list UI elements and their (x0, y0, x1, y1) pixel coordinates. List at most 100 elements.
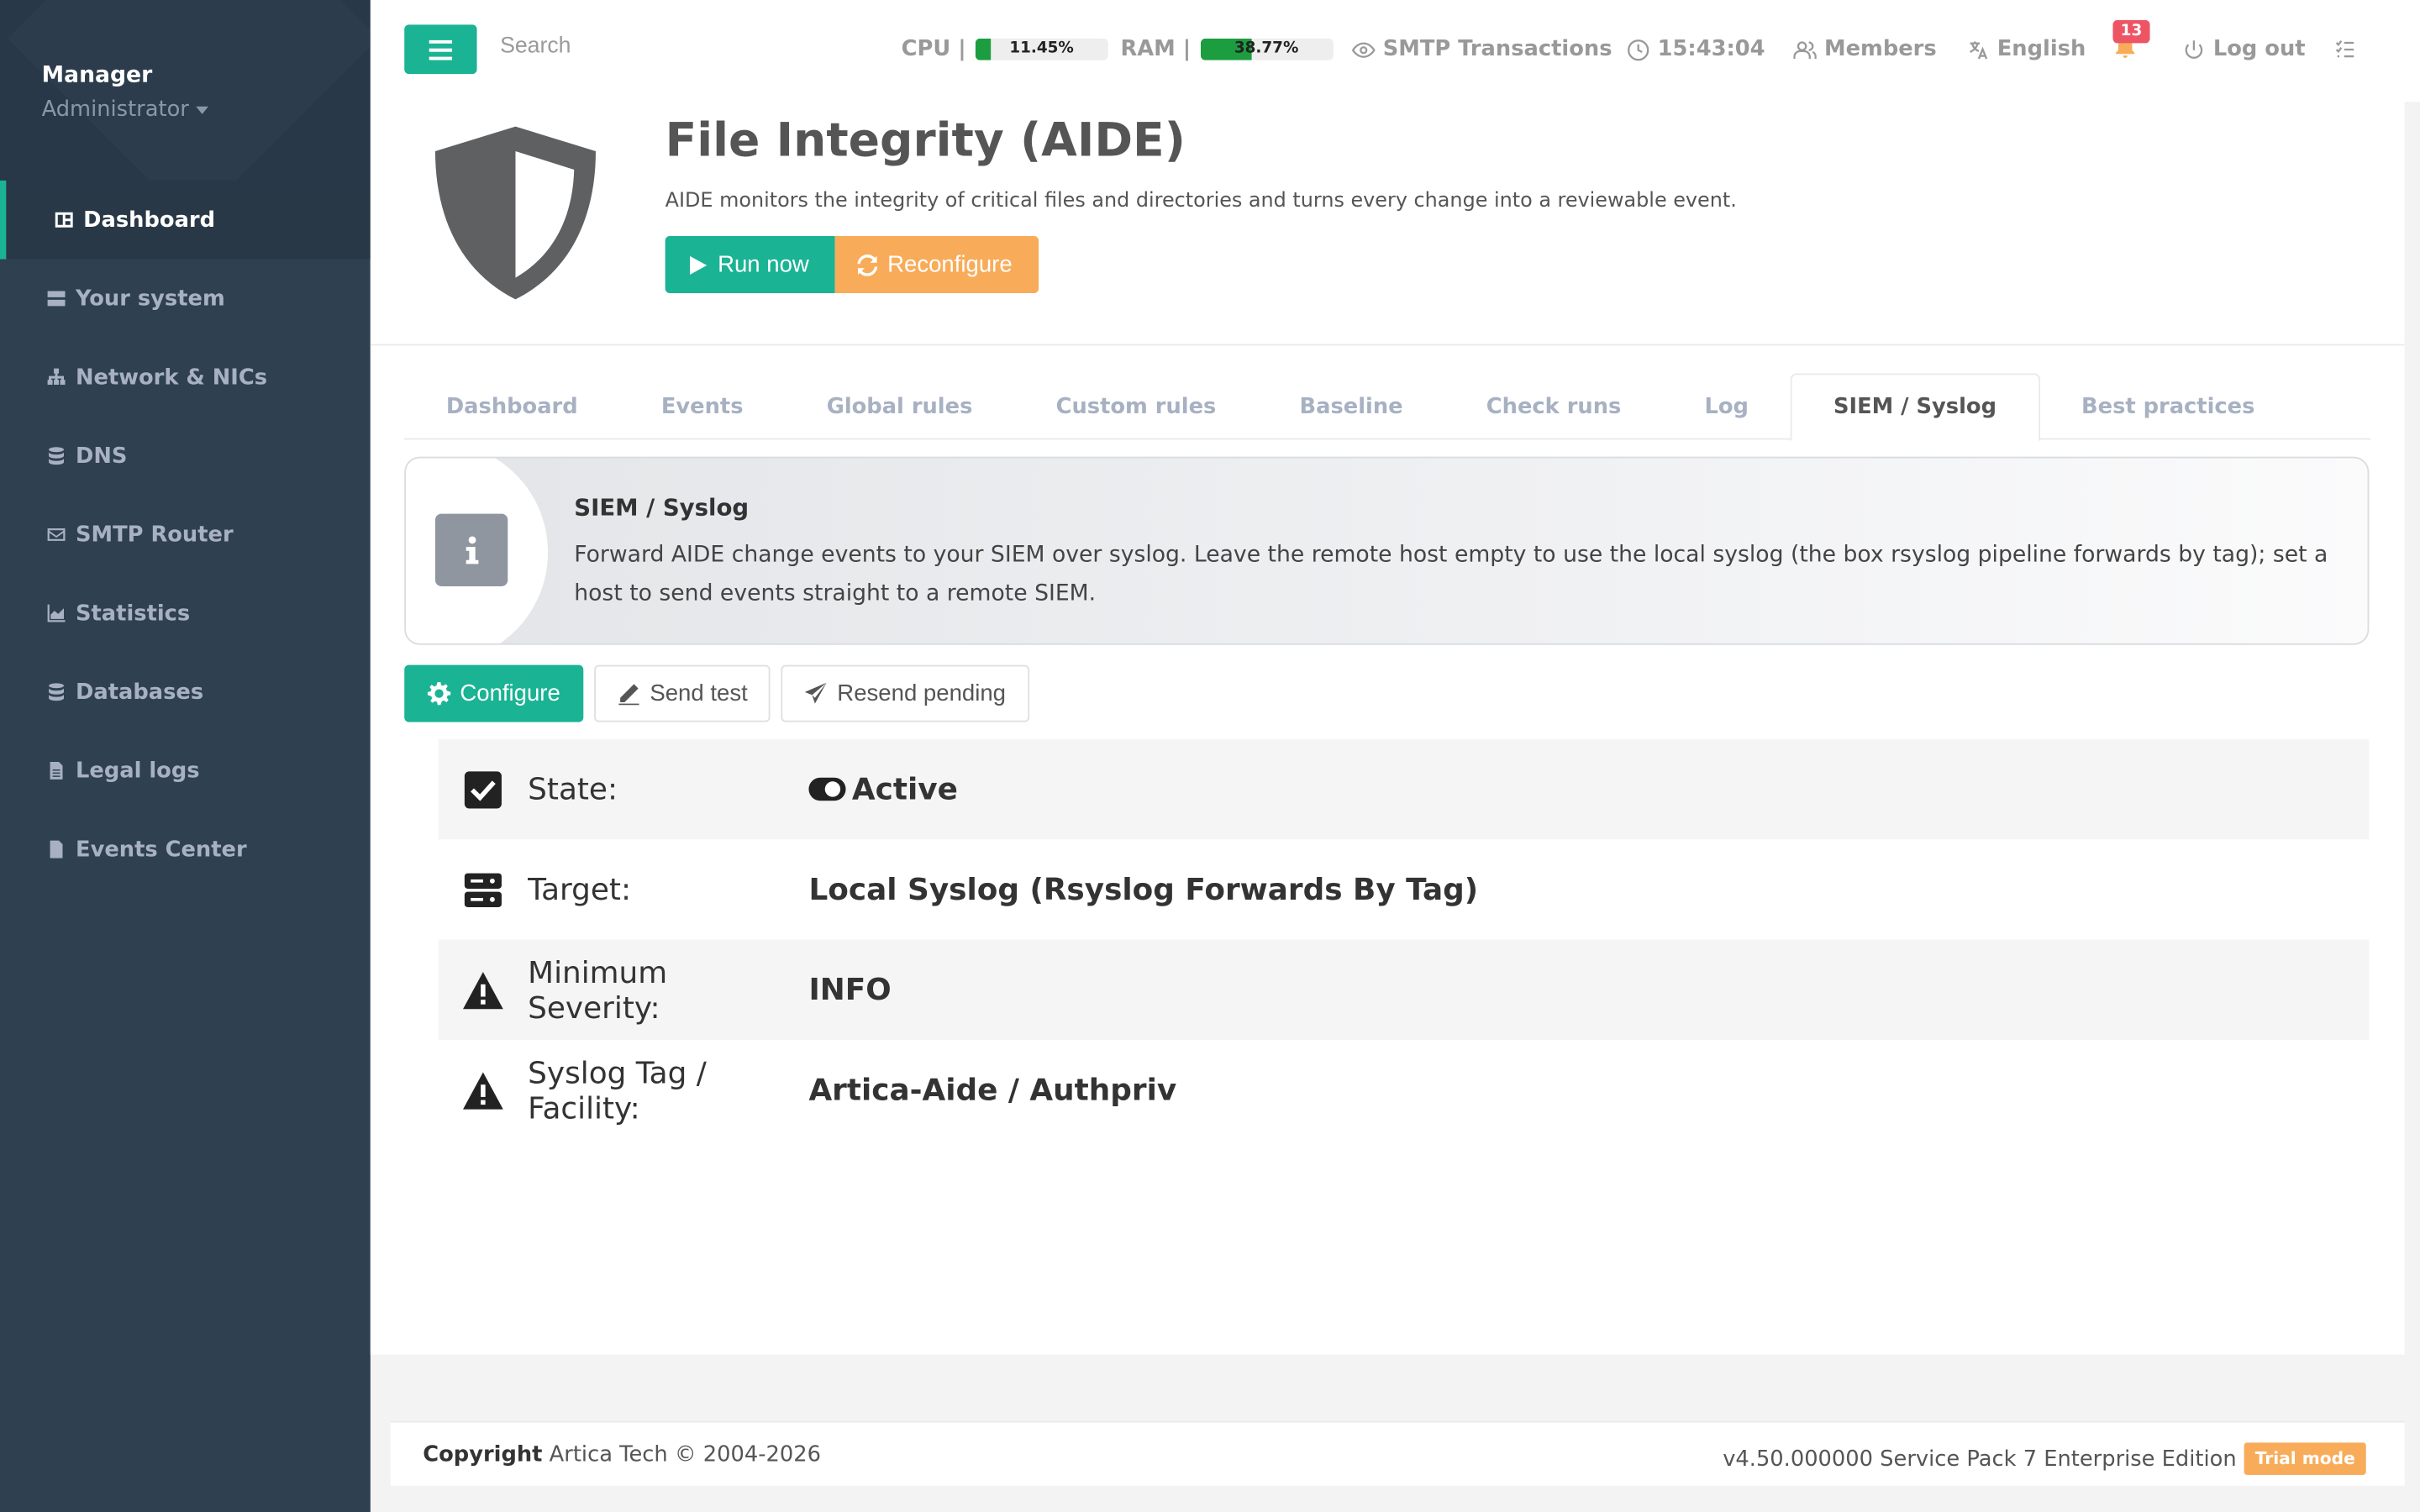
version-text: v4.50.000000 Service Pack 7 Enterprise E… (1723, 1446, 2237, 1472)
dashboard-icon (52, 209, 74, 231)
logout-button[interactable]: Log out (2182, 37, 2306, 62)
members-link[interactable]: Members (1793, 37, 1937, 62)
language-label: English (1996, 37, 2086, 62)
trial-mode-badge: Trial mode (2244, 1442, 2366, 1475)
clock-icon (1628, 39, 1649, 60)
sidebar-item-your-system[interactable]: Your system (0, 260, 371, 339)
sidebar: Manager Administrator Dashboard Your sys… (0, 0, 371, 1512)
sidebar-item-label: Network & NICs (75, 365, 268, 390)
sidebar-item-dashboard[interactable]: Dashboard (0, 180, 371, 260)
page-title: File Integrity (AIDE) (665, 113, 1186, 169)
setting-row-min-severity: Minimum Severity: INFO (438, 939, 2370, 1040)
smtp-transactions-link[interactable]: SMTP Transactions (1351, 37, 1612, 62)
tab-events[interactable]: Events (619, 373, 785, 439)
cpu-meter: CPU | 11.45% (902, 37, 1108, 61)
copyright-bold: Copyright (423, 1442, 543, 1467)
menu-toggle-button[interactable] (404, 24, 477, 75)
copyright: Copyright Artica Tech © 2004-2026 (423, 1442, 821, 1467)
sidebar-item-legal-logs[interactable]: Legal logs (0, 732, 371, 811)
resend-pending-label: Resend pending (837, 680, 1007, 707)
play-icon (690, 255, 708, 275)
state-value: Active (851, 771, 958, 807)
tab-check-runs[interactable]: Check runs (1444, 373, 1663, 439)
run-now-button[interactable]: Run now (665, 236, 835, 293)
tab-global-rules[interactable]: Global rules (785, 373, 1014, 439)
info-icon (434, 513, 508, 586)
target-value: Local Syslog (Rsyslog Forwards By Tag) (808, 871, 1479, 907)
search-input[interactable] (500, 34, 840, 59)
sidebar-nav: Dashboard Your system Network & NICs DNS… (0, 180, 371, 889)
ram-label: RAM | (1120, 37, 1192, 62)
sidebar-item-dns[interactable]: DNS (0, 417, 371, 496)
area-chart-icon (45, 602, 66, 624)
info-title: SIEM / Syslog (574, 493, 750, 522)
sidebar-item-label: Your system (75, 286, 225, 312)
server-icon (460, 868, 506, 911)
hamburger-icon (429, 39, 453, 60)
paper-plane-icon (805, 682, 828, 704)
profile-background-shape (7, 0, 371, 181)
sitemap-icon (45, 366, 66, 388)
send-test-button[interactable]: Send test (594, 664, 771, 722)
info-text: Forward AIDE change events to your SIEM … (574, 543, 2328, 606)
tab-log[interactable]: Log (1663, 373, 1791, 439)
ram-meter: RAM | 38.77% (1120, 37, 1334, 62)
smtp-transactions-label: SMTP Transactions (1382, 37, 1612, 62)
setting-label: Minimum Severity: (528, 954, 668, 1026)
tab-best-practices[interactable]: Best practices (2039, 373, 2296, 439)
users-icon (1793, 40, 1817, 59)
setting-value: Active (808, 771, 958, 807)
cpu-value: 11.45% (1009, 39, 1074, 57)
setting-label: State: (528, 771, 618, 807)
eye-icon (1351, 41, 1376, 57)
gear-icon (427, 681, 451, 706)
warning-icon (460, 1068, 506, 1111)
toggle-on-icon (808, 777, 846, 801)
setting-row-target: Target: Local Syslog (Rsyslog Forwards B… (439, 839, 2370, 939)
action-toolbar: Configure Send test Resend pending (404, 664, 1029, 722)
refresh-icon (857, 254, 878, 276)
reconfigure-button[interactable]: Reconfigure (834, 236, 1039, 293)
sidebar-item-databases[interactable]: Databases (0, 653, 371, 732)
sidebar-item-network[interactable]: Network & NICs (0, 338, 371, 417)
run-now-label: Run now (718, 251, 809, 278)
server-icon (45, 288, 66, 310)
cpu-label: CPU | (901, 37, 966, 62)
warning-icon (460, 969, 506, 1011)
user-name: Manager (41, 63, 153, 88)
tab-baseline[interactable]: Baseline (1258, 373, 1444, 439)
cpu-progress-bar: 11.45% (975, 38, 1108, 60)
configure-label: Configure (460, 680, 560, 707)
sidebar-item-statistics[interactable]: Statistics (0, 574, 371, 653)
main-panel: Dashboard Events Global rules Custom rul… (370, 345, 2405, 1355)
configure-button[interactable]: Configure (404, 664, 584, 722)
sidebar-item-smtp-router[interactable]: SMTP Router (0, 496, 371, 575)
settings-list: State: Active Target: Local Syslog (Rsys… (438, 738, 2370, 1141)
user-role-dropdown[interactable]: Administrator (42, 97, 209, 122)
notifications-badge: 13 (2112, 19, 2150, 44)
sidebar-item-label: DNS (75, 444, 128, 469)
members-label: Members (1824, 37, 1937, 62)
sidebar-item-events-center[interactable]: Events Center (0, 810, 371, 889)
sidebar-item-label: SMTP Router (75, 522, 234, 548)
sidebar-item-label: Statistics (75, 601, 191, 626)
logout-label: Log out (2212, 37, 2306, 62)
tab-bar: Dashboard Events Global rules Custom rul… (404, 373, 2371, 442)
resend-pending-button[interactable]: Resend pending (781, 664, 1029, 722)
sidebar-item-label: Events Center (75, 837, 247, 862)
tab-siem-syslog[interactable]: SIEM / Syslog (1790, 373, 2040, 442)
setting-label: Syslog Tag / Facility: (528, 1054, 707, 1126)
page-header: File Integrity (AIDE) AIDE monitors the … (370, 102, 2405, 346)
tasks-button[interactable] (2333, 37, 2365, 60)
clock-time: 15:43:04 (1657, 37, 1765, 62)
tab-dashboard[interactable]: Dashboard (404, 373, 619, 439)
ram-value: 38.77% (1234, 39, 1299, 57)
file-icon (45, 760, 66, 782)
checkbox-checked-icon (460, 768, 506, 811)
envelope-icon (45, 524, 66, 546)
language-selector[interactable]: English (1966, 37, 2086, 61)
file-text-icon (45, 838, 66, 860)
clock: 15:43:04 (1627, 37, 1765, 61)
send-test-label: Send test (650, 680, 748, 707)
tab-custom-rules[interactable]: Custom rules (1014, 373, 1258, 439)
